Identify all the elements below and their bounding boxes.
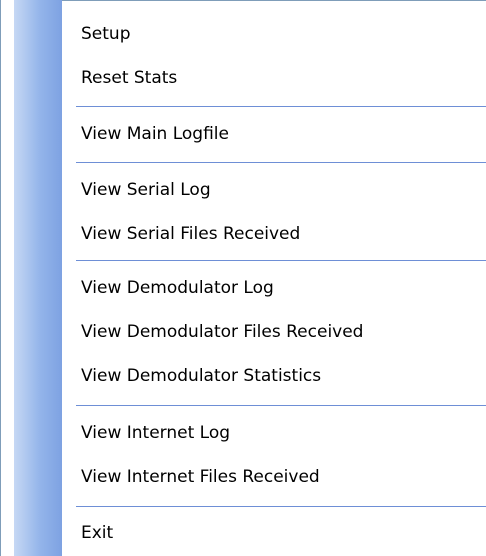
menu-item-view-main-logfile[interactable]: View Main Logfile: [62, 112, 486, 156]
menu-item-view-demodulator-statistics[interactable]: View Demodulator Statistics: [62, 354, 486, 398]
menu-top-border: [62, 0, 486, 1]
menu-item-setup[interactable]: Setup: [62, 12, 486, 56]
menu-separator: [76, 162, 486, 163]
menu-item-view-demodulator-files-received[interactable]: View Demodulator Files Received: [62, 310, 486, 354]
menu-icon-gutter: [14, 0, 62, 556]
menu-item-view-demodulator-log[interactable]: View Demodulator Log: [62, 266, 486, 310]
menu-item-view-internet-files-received[interactable]: View Internet Files Received: [62, 455, 486, 499]
menu-separator: [76, 506, 486, 507]
menu-left-border: [0, 0, 14, 556]
context-menu: Setup Reset Stats View Main Logfile View…: [0, 0, 486, 556]
menu-separator: [76, 106, 486, 107]
menu-item-view-serial-files-received[interactable]: View Serial Files Received: [62, 212, 486, 256]
menu-item-reset-stats[interactable]: Reset Stats: [62, 56, 486, 100]
menu-item-exit[interactable]: Exit: [62, 511, 486, 555]
menu-separator: [76, 260, 486, 261]
menu-item-view-serial-log[interactable]: View Serial Log: [62, 168, 486, 212]
menu-item-view-internet-log[interactable]: View Internet Log: [62, 411, 486, 455]
menu-separator: [76, 405, 486, 406]
